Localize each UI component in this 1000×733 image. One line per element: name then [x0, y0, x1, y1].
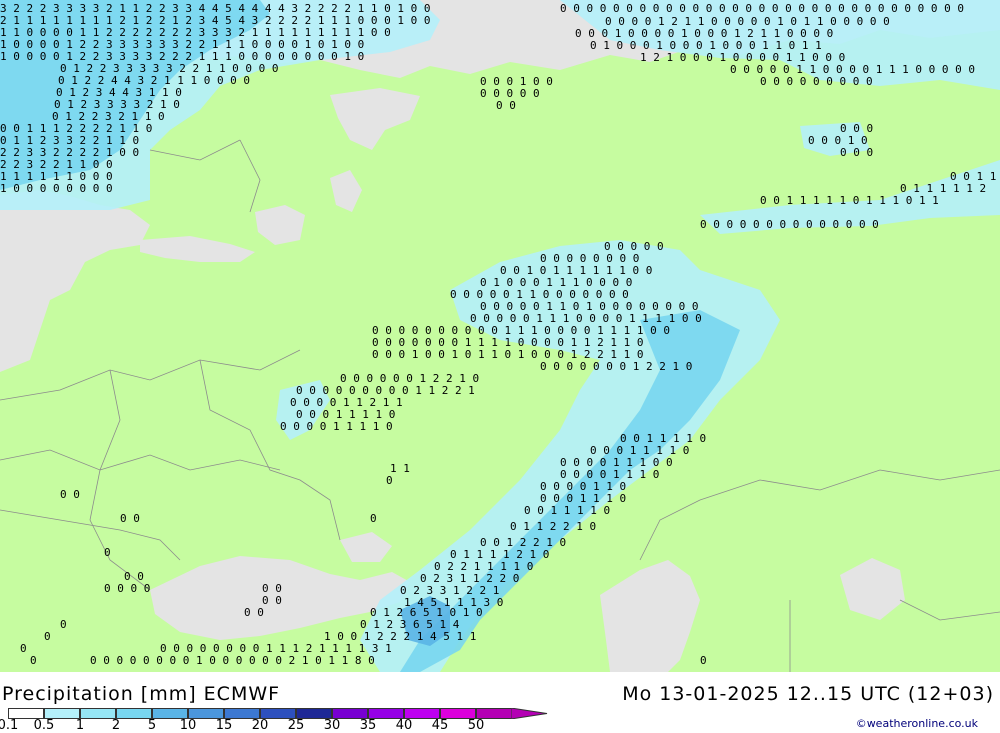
svg-text:0: 0	[60, 618, 67, 631]
svg-text:1 1: 1 1	[390, 462, 410, 475]
svg-text:0 1 1 2 2 1 0: 0 1 1 2 2 1 0	[510, 520, 596, 533]
legend-label: 1	[75, 718, 85, 733]
svg-text:0 0 1 1 1 1 0: 0 0 1 1 1 1 0	[524, 504, 610, 517]
legend-label: 0.1	[0, 718, 19, 733]
svg-text:0: 0	[700, 654, 707, 667]
legend-label: 25	[287, 718, 305, 733]
precipitation-map: 3 2 2 2 3 3 3 3 2 1 1 2 2 3 3 4 4 5 4 4 …	[0, 0, 1000, 672]
svg-text:0 0 0 0 0 0 0 0 0 0 0 0 0 0 0: 0 0 0 0 0 0 0 0 0 0 0 0 0 0 0 0 0 0 0 0 …	[560, 2, 964, 15]
svg-text:0 0: 0 0	[244, 606, 264, 619]
legend-label: 2	[111, 718, 121, 733]
svg-text:0 0 0 0 0 0 0 0 0: 0 0 0 0 0 0 0 0 0	[760, 75, 873, 88]
svg-text:0 0 0: 0 0 0	[840, 146, 873, 159]
svg-text:0: 0	[370, 512, 377, 525]
legend-label: 0.5	[33, 718, 55, 733]
svg-text:0 0: 0 0	[496, 99, 516, 112]
svg-text:0 0 0 0 1 1 1 1 0: 0 0 0 0 1 1 1 1 0	[280, 420, 393, 433]
svg-text:0 0 0 0: 0 0 0 0	[104, 582, 150, 595]
legend-label: 15	[215, 718, 233, 733]
legend-label: 30	[323, 718, 341, 733]
color-scale-labels: 0.1 0.5 1 2 5 10 15 20 25 30 35 40 45 50	[0, 718, 540, 733]
grid-label-row: 1 0 0 0 0 0 0 0 0	[0, 182, 113, 195]
svg-text:0: 0	[30, 654, 37, 667]
credit-link[interactable]: ©weatheronline.co.uk	[856, 717, 978, 730]
legend-label: 50	[467, 718, 485, 733]
svg-text:0 0: 0 0	[60, 488, 80, 501]
valid-time: Mo 13-01-2025 12..15 UTC (12+03)	[622, 683, 994, 705]
svg-text:0 0: 0 0	[120, 512, 140, 525]
legend-label: 35	[359, 718, 377, 733]
svg-text:0 0 0 0 0 0 0 0 0 0 0 0 0 0: 0 0 0 0 0 0 0 0 0 0 0 0 0 0	[700, 218, 879, 231]
legend-label: 20	[251, 718, 269, 733]
legend-label: 45	[431, 718, 449, 733]
product-title: Precipitation [mm] ECMWF	[2, 683, 281, 705]
svg-text:0 0 1 1 1 1 1 0 1 1 1 0 1 1: 0 0 1 1 1 1 1 0 1 1 1 0 1 1	[760, 194, 939, 207]
svg-text:0: 0	[20, 642, 27, 655]
legend-label: 10	[179, 718, 197, 733]
legend-label: 40	[395, 718, 413, 733]
legend-label: 5	[147, 718, 157, 733]
svg-text:0: 0	[386, 474, 393, 487]
svg-text:0 0 0 0 0 0 0 0 1 0 0 0 0 0 0: 0 0 0 0 0 0 0 0 1 0 0 0 0 0 0 2 1 0 1 1 …	[90, 654, 375, 667]
svg-text:0: 0	[104, 546, 111, 559]
svg-text:0: 0	[44, 630, 51, 643]
svg-text:0 0: 0 0	[262, 594, 282, 607]
svg-text:0 0 0 0 0 0 0 1 2 2 1: 0 0 0 0 0 0 0 1 2 2 1 0	[540, 360, 692, 373]
